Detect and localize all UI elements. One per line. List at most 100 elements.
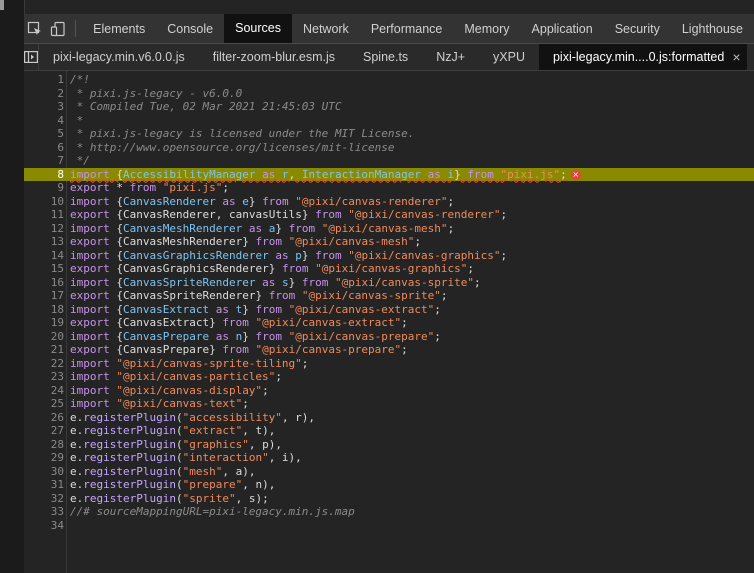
file-tab[interactable]: yXPU bbox=[479, 44, 539, 70]
line-number[interactable]: 4 bbox=[24, 114, 64, 128]
code-line[interactable]: 24 import "@pixi/canvas-display"; bbox=[24, 384, 754, 398]
tab-lighthouse[interactable]: Lighthouse bbox=[671, 14, 754, 43]
line-number[interactable]: 12 bbox=[24, 222, 64, 236]
inspect-element-icon[interactable] bbox=[24, 14, 47, 43]
line-number[interactable]: 14 bbox=[24, 249, 64, 263]
code-line[interactable]: 14 import {CanvasGraphicsRenderer as p} f… bbox=[24, 249, 754, 263]
code-line[interactable]: 27 e.registerPlugin("extract", t), bbox=[24, 424, 754, 438]
file-tab[interactable]: NzJ+ bbox=[422, 44, 479, 70]
line-number[interactable]: 27 bbox=[24, 424, 64, 438]
code-token: as bbox=[255, 167, 282, 181]
tab-sources[interactable]: Sources bbox=[224, 14, 292, 43]
device-toggle-icon[interactable] bbox=[47, 14, 70, 43]
navigator-toggle-icon[interactable] bbox=[24, 44, 39, 70]
code-line[interactable]: 12 import {CanvasMeshRenderer as a} from … bbox=[24, 222, 754, 236]
line-number[interactable]: 30 bbox=[24, 465, 64, 479]
code-line[interactable]: 6 * http://www.opensource.org/licenses/m… bbox=[24, 141, 754, 155]
code-line[interactable]: 11 export {CanvasRenderer, canvasUtils} f… bbox=[24, 208, 754, 222]
line-number[interactable]: 19 bbox=[24, 316, 64, 330]
code-line[interactable]: 22 import "@pixi/canvas-sprite-tiling"; bbox=[24, 357, 754, 371]
file-tab[interactable]: filter-zoom-blur.esm.js bbox=[199, 44, 349, 70]
line-number[interactable]: 24 bbox=[24, 384, 64, 398]
code-line[interactable]: 26 e.registerPlugin("accessibility", r), bbox=[24, 411, 754, 425]
line-number[interactable]: 3 bbox=[24, 100, 64, 114]
tab-elements[interactable]: Elements bbox=[82, 14, 156, 43]
line-number[interactable]: 26 bbox=[24, 411, 64, 425]
code-line[interactable]: 9 export * from "pixi.js"; bbox=[24, 181, 754, 195]
file-tab[interactable]: pixi-legacy.min....0.js:formatted × bbox=[538, 44, 747, 70]
code-token: "@pixi/canvas-display" bbox=[116, 383, 263, 397]
line-number[interactable]: 32 bbox=[24, 492, 64, 506]
line-number[interactable]: 10 bbox=[24, 195, 64, 209]
code-line[interactable]: 16 import {CanvasSpriteRenderer as s} fro… bbox=[24, 276, 754, 290]
code-token: from bbox=[262, 194, 296, 208]
file-tab[interactable]: Spine.ts bbox=[349, 44, 422, 70]
code-line[interactable]: 3 * Compiled Tue, 02 Mar 2021 21:45:03 U… bbox=[24, 100, 754, 114]
line-number[interactable]: 33 bbox=[24, 505, 64, 519]
code-line[interactable]: 30 e.registerPlugin("mesh", a), bbox=[24, 465, 754, 479]
line-number[interactable]: 29 bbox=[24, 451, 64, 465]
code-line[interactable]: 20 import {CanvasPrepare as n} from "@pix… bbox=[24, 330, 754, 344]
tab-application[interactable]: Application bbox=[521, 14, 604, 43]
code-line[interactable]: 29 e.registerPlugin("interaction", i), bbox=[24, 451, 754, 465]
line-number[interactable]: 1 bbox=[24, 73, 64, 87]
tab-network[interactable]: Network bbox=[292, 14, 360, 43]
code-line[interactable]: 25 import "@pixi/canvas-text"; bbox=[24, 397, 754, 411]
line-number[interactable]: 6 bbox=[24, 141, 64, 155]
code-line[interactable]: 34 bbox=[24, 519, 754, 533]
line-number[interactable]: 23 bbox=[24, 370, 64, 384]
tab-performance[interactable]: Performance bbox=[360, 14, 454, 43]
code-line[interactable]: 18 import {CanvasExtract as t} from "@pix… bbox=[24, 303, 754, 317]
line-number[interactable]: 34 bbox=[24, 519, 64, 533]
code-line[interactable]: 21 export {CanvasPrepare} from "@pixi/can… bbox=[24, 343, 754, 357]
line-number[interactable]: 8 bbox=[24, 168, 64, 182]
line-number[interactable]: 17 bbox=[24, 289, 64, 303]
code-line[interactable]: 10 import {CanvasRenderer as e} from "@pi… bbox=[24, 195, 754, 209]
file-tab[interactable]: pixi-legacy.min.v6.0.0.js bbox=[39, 44, 199, 70]
code-line[interactable]: 5 * pixi.js-legacy is licensed under the… bbox=[24, 127, 754, 141]
tab-console[interactable]: Console bbox=[156, 14, 224, 43]
code-line[interactable]: 19 export {CanvasExtract} from "@pixi/can… bbox=[24, 316, 754, 330]
line-number[interactable]: 18 bbox=[24, 303, 64, 317]
code-line[interactable]: 4 * bbox=[24, 114, 754, 128]
code-line-error[interactable]: 8 import {AccessibilityManager as r, Inte… bbox=[24, 167, 754, 182]
code-line[interactable]: 31 e.registerPlugin("prepare", n), bbox=[24, 478, 754, 492]
code-text: export * from "pixi.js"; bbox=[70, 181, 229, 195]
code-token: "interaction" bbox=[182, 451, 269, 464]
code-line[interactable]: 1 /*! bbox=[24, 73, 754, 87]
code-line[interactable]: 7 */ bbox=[24, 154, 754, 168]
code-line[interactable]: 17 export {CanvasSpriteRenderer} from "@p… bbox=[24, 289, 754, 303]
code-line[interactable]: 2 * pixi.js-legacy - v6.0.0 bbox=[24, 87, 754, 101]
code-line[interactable]: 13 export {CanvasMeshRenderer} from "@pix… bbox=[24, 235, 754, 249]
code-line[interactable]: 23 import "@pixi/canvas-particles"; bbox=[24, 370, 754, 384]
tab-memory[interactable]: Memory bbox=[453, 14, 520, 43]
line-number[interactable]: 21 bbox=[24, 343, 64, 357]
code-line[interactable]: 28 e.registerPlugin("graphics", p), bbox=[24, 438, 754, 452]
more-tabs-button[interactable]: » bbox=[747, 44, 754, 70]
code-line[interactable]: 32 e.registerPlugin("sprite", s); bbox=[24, 492, 754, 506]
close-tab-icon[interactable]: × bbox=[732, 49, 740, 65]
code-token: "graphics" bbox=[182, 437, 249, 451]
code-token: from bbox=[315, 208, 349, 221]
code-editor[interactable]: 1/*! 2 * pixi.js-legacy - v6.0.0 3 * Compi… bbox=[24, 71, 754, 573]
code-text: import {CanvasPrepare as n} from "@pixi/… bbox=[70, 330, 441, 344]
line-number[interactable]: 28 bbox=[24, 438, 64, 452]
tab-security[interactable]: Security bbox=[604, 14, 671, 43]
line-number[interactable]: 9 bbox=[24, 181, 64, 195]
line-number[interactable]: 16 bbox=[24, 276, 64, 290]
line-number[interactable]: 11 bbox=[24, 208, 64, 222]
code-line[interactable]: 15 export {CanvasGraphicsRenderer} from "… bbox=[24, 262, 754, 276]
line-number[interactable]: 20 bbox=[24, 330, 64, 344]
line-number[interactable]: 5 bbox=[24, 127, 64, 141]
code-line[interactable]: 33 //# sourceMappingURL=pixi-legacy.min.j… bbox=[24, 505, 754, 519]
line-number[interactable]: 13 bbox=[24, 235, 64, 249]
line-number[interactable]: 2 bbox=[24, 87, 64, 101]
line-number[interactable]: 7 bbox=[24, 154, 64, 168]
line-number[interactable]: 22 bbox=[24, 357, 64, 371]
code-token: CanvasGraphicsRenderer bbox=[123, 248, 269, 262]
error-icon[interactable]: × bbox=[570, 169, 581, 180]
code-text: export {CanvasPrepare} from "@pixi/canva… bbox=[70, 343, 408, 357]
line-number[interactable]: 15 bbox=[24, 262, 64, 276]
line-number[interactable]: 25 bbox=[24, 397, 64, 411]
line-number[interactable]: 31 bbox=[24, 478, 64, 492]
